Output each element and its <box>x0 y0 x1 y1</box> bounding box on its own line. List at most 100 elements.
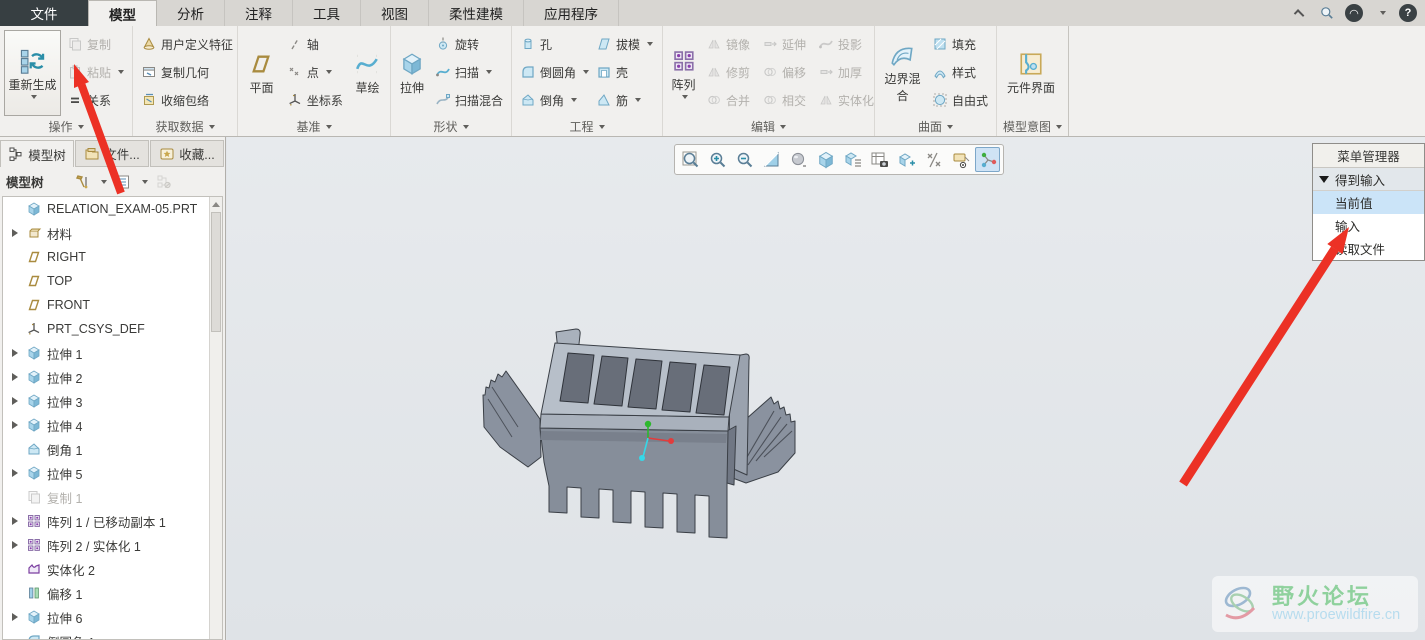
tab-flexible-modeling[interactable]: 柔性建模 <box>429 0 524 26</box>
tree-item-copy-1[interactable]: 复制 1 <box>3 485 222 509</box>
annotation-display-icon[interactable] <box>948 147 973 172</box>
tree-item-extrude-4[interactable]: 拉伸 4 <box>3 413 222 437</box>
tab-model-tree[interactable]: 模型树 <box>0 140 74 167</box>
scrollbar-thumb[interactable] <box>211 212 221 332</box>
zoom-out-icon[interactable] <box>732 147 757 172</box>
axis-button[interactable]: 轴 <box>283 30 347 58</box>
group-label-datum[interactable]: 基准 <box>238 118 390 135</box>
tab-folder-browser[interactable]: 文件... <box>75 140 149 167</box>
extrude-button[interactable]: 拉伸 <box>395 30 429 116</box>
search-icon[interactable] <box>1318 4 1336 22</box>
regenerate-button[interactable]: 重新生成 <box>4 30 61 116</box>
tree-item-pattern-1[interactable]: 阵列 1 / 已移动副本 1 <box>3 509 222 533</box>
tree-item-extrude-3[interactable]: 拉伸 3 <box>3 389 222 413</box>
boundary-blend-button[interactable]: 边界混合 <box>879 30 926 116</box>
tree-item-csys[interactable]: PRT_CSYS_DEF <box>3 317 222 341</box>
tree-item-round-1[interactable]: 倒圆角 1 <box>3 629 222 639</box>
swept-blend-button[interactable]: 扫描混合 <box>431 86 507 114</box>
expand-arrow-icon[interactable] <box>9 541 21 549</box>
rib-button[interactable]: 筋 <box>592 86 657 114</box>
expand-arrow-icon[interactable] <box>9 421 21 429</box>
merge-button[interactable]: 合并 <box>702 86 758 114</box>
menu-item-current-value[interactable]: 当前值 <box>1313 191 1424 214</box>
group-label-get-data[interactable]: 获取数据 <box>133 118 237 135</box>
display-style-icon[interactable] <box>813 147 838 172</box>
scroll-up-icon[interactable] <box>210 197 222 211</box>
tree-item-front-plane[interactable]: FRONT <box>3 293 222 317</box>
collapse-ribbon-icon[interactable] <box>1291 4 1309 22</box>
group-label-operations[interactable]: 操作 <box>0 118 132 135</box>
saved-views-icon[interactable] <box>840 147 865 172</box>
tree-filters-icon[interactable] <box>74 174 90 190</box>
repaint-icon[interactable] <box>759 147 784 172</box>
tree-item-part[interactable]: RELATION_EXAM-05.PRT <box>3 197 222 221</box>
tab-favorites[interactable]: 收藏... <box>150 140 224 167</box>
tree-scrollbar[interactable] <box>209 197 222 639</box>
tree-item-extrude-5[interactable]: 拉伸 5 <box>3 461 222 485</box>
freestyle-button[interactable]: 自由式 <box>928 86 992 114</box>
view-images-icon[interactable] <box>894 147 919 172</box>
expand-arrow-icon[interactable] <box>9 397 21 405</box>
round-button[interactable]: 倒圆角 <box>516 58 590 86</box>
expand-arrow-icon[interactable] <box>9 349 21 357</box>
intersect-button[interactable]: 相交 <box>758 86 814 114</box>
tree-item-offset-1[interactable]: 偏移 1 <box>3 581 222 605</box>
shell-button[interactable]: 壳 <box>592 58 657 86</box>
dropdown-arrow-icon[interactable] <box>141 179 148 184</box>
tab-file[interactable]: 文件 <box>0 0 88 26</box>
style-button[interactable]: 样式 <box>928 58 992 86</box>
tab-view[interactable]: 视图 <box>361 0 429 26</box>
learning-connector-icon[interactable]: ◠ <box>1345 4 1363 22</box>
expand-arrow-icon[interactable] <box>9 517 21 525</box>
point-button[interactable]: 点 <box>283 58 347 86</box>
tree-columns-icon[interactable] <box>115 174 131 190</box>
thicken-button[interactable]: 加厚 <box>814 58 870 86</box>
shrinkwrap-button[interactable]: 收缩包络 <box>137 86 237 114</box>
spin-center-icon[interactable] <box>975 147 1000 172</box>
zoom-fit-icon[interactable] <box>678 147 703 172</box>
help-icon[interactable]: ? <box>1399 4 1417 22</box>
tree-item-right-plane[interactable]: RIGHT <box>3 245 222 269</box>
hole-button[interactable]: 孔 <box>516 30 590 58</box>
tree-item-top-plane[interactable]: TOP <box>3 269 222 293</box>
sketch-button[interactable]: 草绘 <box>349 30 386 116</box>
component-interface-button[interactable]: 元件界面 <box>1001 30 1061 116</box>
tree-item-extrude-2[interactable]: 拉伸 2 <box>3 365 222 389</box>
trim-button[interactable]: 修剪 <box>702 58 758 86</box>
relations-button[interactable]: 关系 <box>63 86 128 114</box>
dropdown-arrow-icon[interactable] <box>1372 4 1390 22</box>
tab-analysis[interactable]: 分析 <box>157 0 225 26</box>
model-3d-part[interactable] <box>478 307 826 569</box>
solidify-button[interactable]: 实体化 <box>814 86 874 114</box>
group-label-engineering[interactable]: 工程 <box>512 118 662 135</box>
expand-arrow-icon[interactable] <box>9 373 21 381</box>
draft-button[interactable]: 拔模 <box>592 30 657 58</box>
csys-button[interactable]: 坐标系 <box>283 86 347 114</box>
tree-item-chamfer-1[interactable]: 倒角 1 <box>3 437 222 461</box>
tree-item-extrude-6[interactable]: 拉伸 6 <box>3 605 222 629</box>
mirror-button[interactable]: 镜像 <box>702 30 758 58</box>
plane-button[interactable]: 平面 <box>242 30 281 116</box>
group-label-surfaces[interactable]: 曲面 <box>875 118 996 135</box>
paste-button[interactable]: 粘贴 <box>63 58 128 86</box>
extend-button[interactable]: 延伸 <box>758 30 814 58</box>
expand-arrow-icon[interactable] <box>9 613 21 621</box>
expand-arrow-icon[interactable] <box>9 469 21 477</box>
tab-model[interactable]: 模型 <box>88 0 157 26</box>
revolve-button[interactable]: 旋转 <box>431 30 507 58</box>
datum-display-filters-icon[interactable] <box>921 147 946 172</box>
tree-item-material[interactable]: 材料 <box>3 221 222 245</box>
group-label-shapes[interactable]: 形状 <box>391 118 511 135</box>
copy-button[interactable]: 复制 <box>63 30 128 58</box>
menu-section-get-input[interactable]: 得到输入 <box>1313 168 1424 191</box>
fill-button[interactable]: 填充 <box>928 30 992 58</box>
tree-item-pattern-2[interactable]: 阵列 2 / 实体化 1 <box>3 533 222 557</box>
project-button[interactable]: 投影 <box>814 30 870 58</box>
zoom-in-icon[interactable] <box>705 147 730 172</box>
tree-display-icon[interactable] <box>156 174 172 190</box>
graphics-area[interactable]: 菜单管理器 得到输入 当前值 输入 读取文件 野火论坛 www.proewild… <box>227 137 1425 640</box>
tab-annotate[interactable]: 注释 <box>225 0 293 26</box>
tree-item-solidify-2[interactable]: 实体化 2 <box>3 557 222 581</box>
menu-item-read-file[interactable]: 读取文件 <box>1313 237 1424 260</box>
udf-button[interactable]: 用户定义特征 <box>137 30 237 58</box>
